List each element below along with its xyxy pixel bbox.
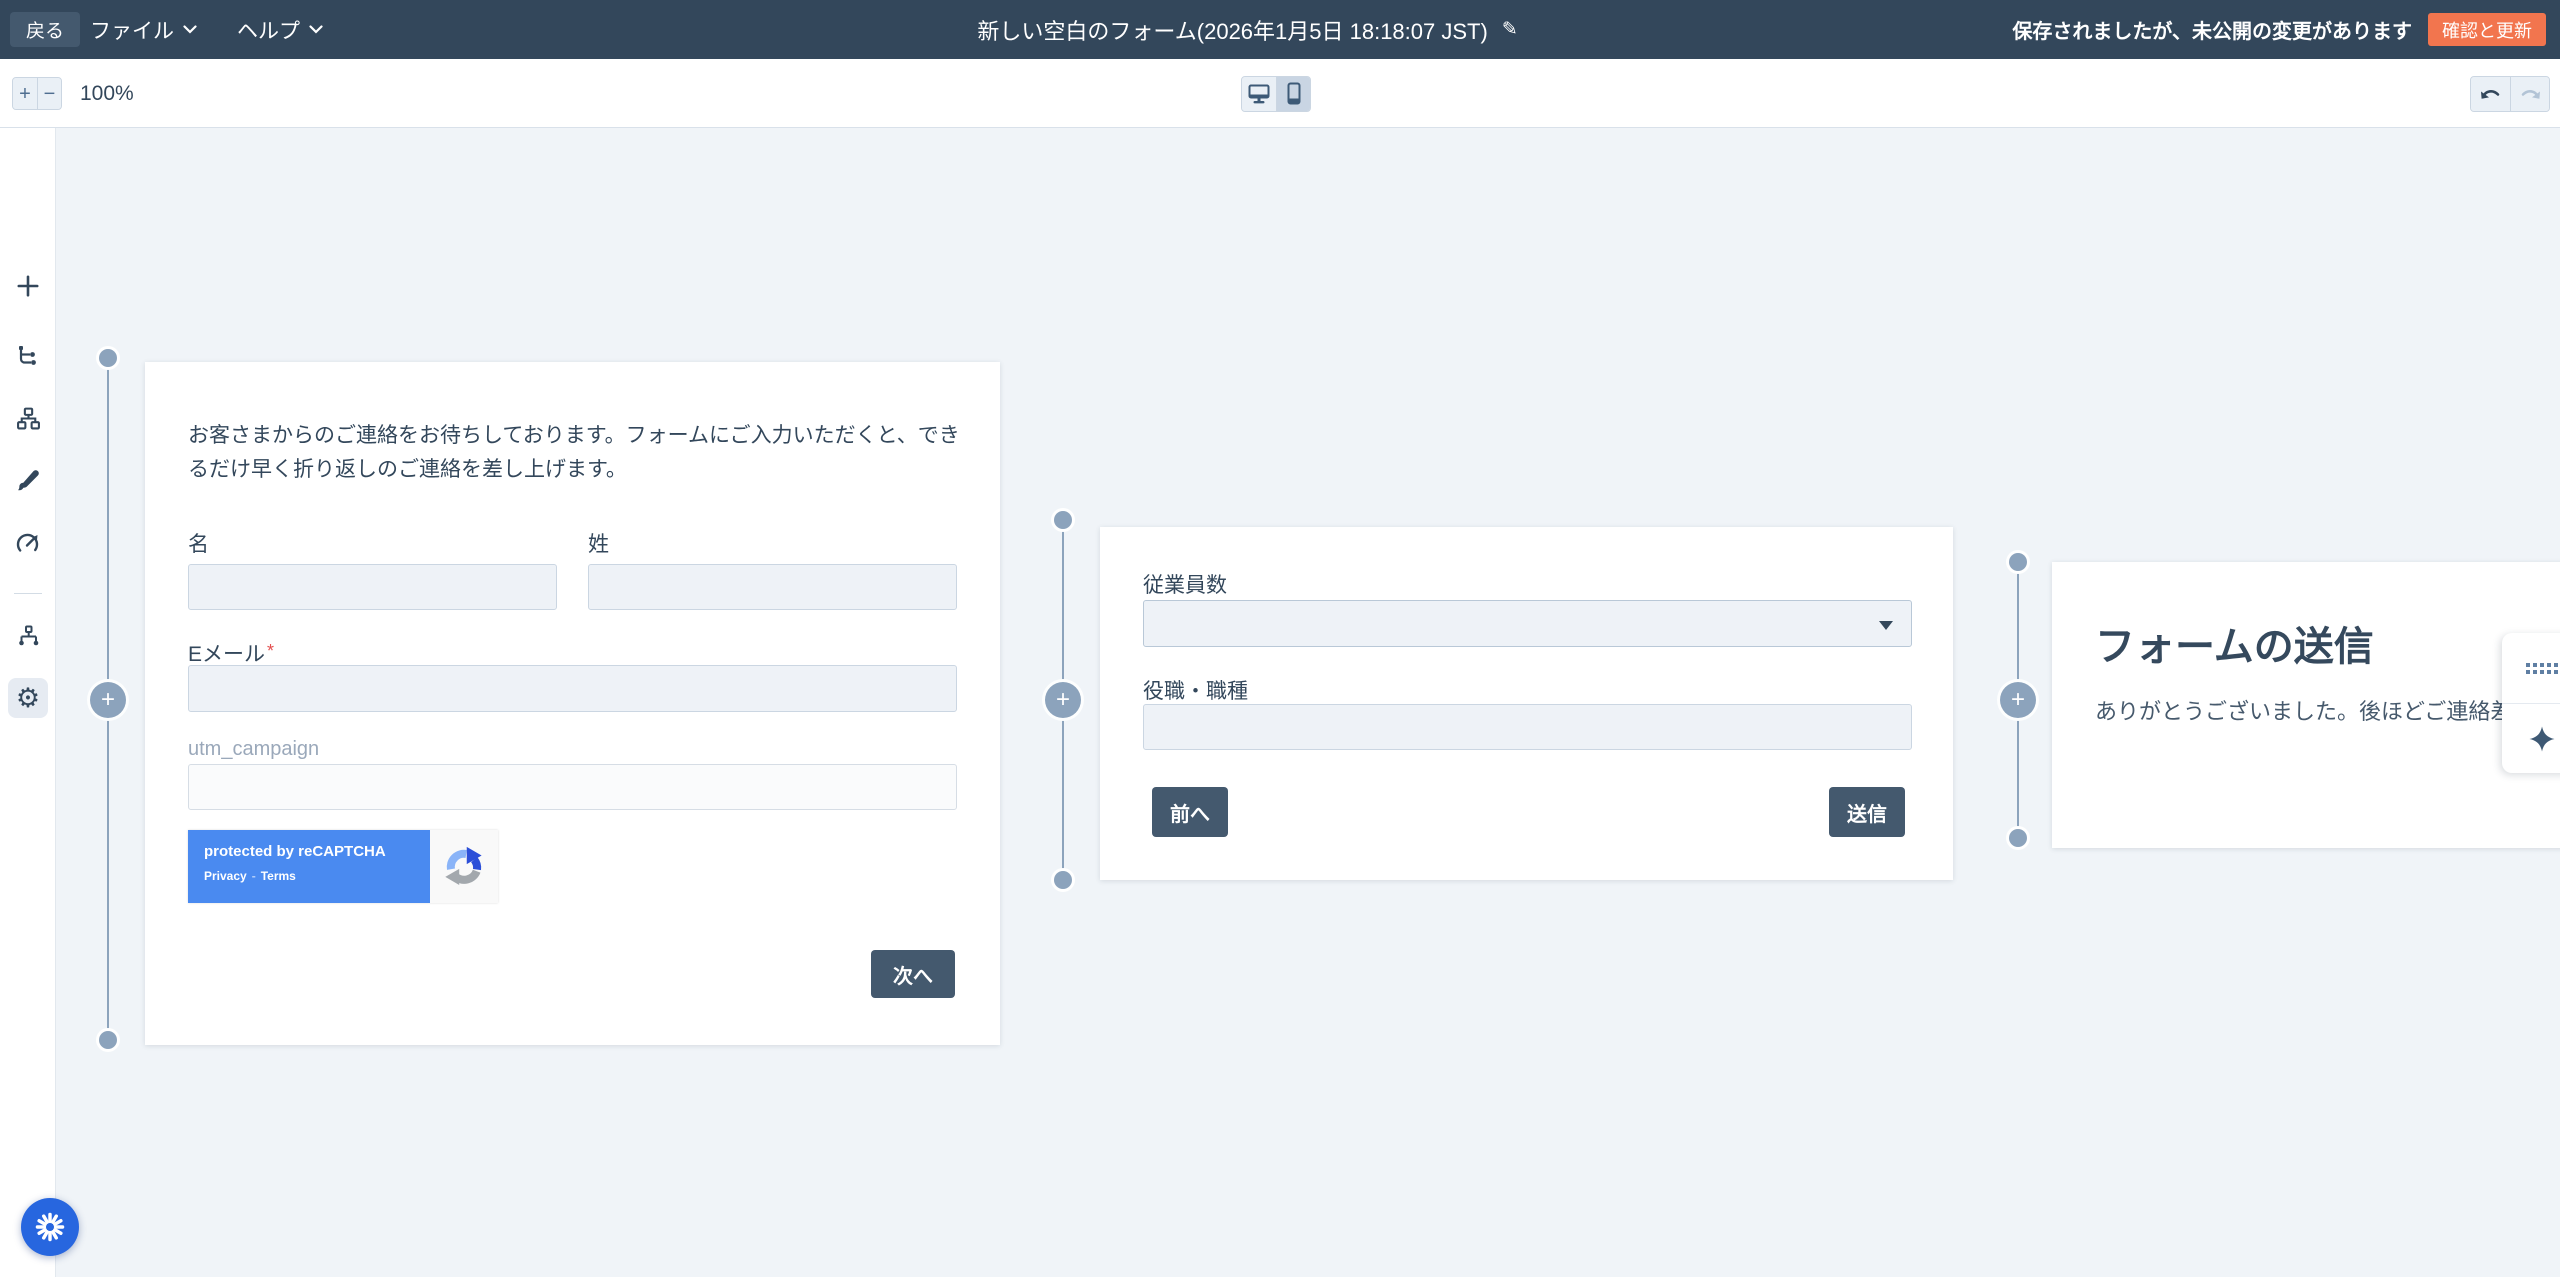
- card-tools-panel: [2502, 633, 2560, 773]
- form-title: 新しい空白のフォーム(2026年1月5日 18:18:07 JST): [977, 14, 1487, 46]
- sidebar-item-style[interactable]: [8, 460, 48, 500]
- prev-button[interactable]: 前へ: [1152, 787, 1228, 837]
- jobtitle-label: 役職・職種: [1143, 675, 1248, 705]
- add-step-button[interactable]: +: [90, 682, 126, 718]
- recaptcha-terms-link[interactable]: Terms: [261, 869, 296, 883]
- edit-title-pencil-icon[interactable]: ✎: [1502, 18, 1518, 41]
- redo-icon: [2518, 85, 2542, 103]
- jobtitle-input[interactable]: [1143, 704, 1912, 750]
- top-navigation-bar: 戻る ファイル ヘルプ 新しい空白のフォーム(2026年1月5日 18:18:0…: [0, 0, 2560, 59]
- back-button[interactable]: 戻る: [10, 12, 80, 47]
- sidebar-item-performance[interactable]: [8, 523, 48, 563]
- workflow-icon: [16, 624, 41, 648]
- file-menu[interactable]: ファイル: [90, 15, 197, 45]
- dropdown-caret-icon: [1879, 621, 1893, 630]
- sidebar-item-automation[interactable]: [8, 616, 48, 656]
- drag-handle[interactable]: [2502, 633, 2560, 703]
- desktop-icon: [1247, 83, 1271, 105]
- zoom-controls: + −: [12, 77, 62, 110]
- connector-dot: [99, 1031, 117, 1049]
- recaptcha-privacy-link[interactable]: Privacy: [204, 869, 247, 883]
- connector-dot: [2009, 553, 2027, 571]
- mobile-icon: [1284, 82, 1304, 106]
- sparkle-diamond-icon: [2527, 724, 2557, 754]
- connector-dot: [99, 349, 117, 367]
- last-name-label: 姓: [588, 528, 609, 558]
- chevron-down-icon: [183, 25, 197, 34]
- form-title-area: 新しい空白のフォーム(2026年1月5日 18:18:07 JST) ✎: [977, 0, 1517, 59]
- zoom-in-button[interactable]: +: [13, 78, 37, 109]
- next-button[interactable]: 次へ: [871, 950, 955, 998]
- history-controls: [2470, 76, 2550, 112]
- starburst-icon: [34, 1211, 66, 1243]
- editor-sidebar: ⚙: [0, 128, 56, 1277]
- sidebar-item-settings[interactable]: ⚙: [8, 678, 48, 718]
- ai-sparkle-action[interactable]: [2502, 703, 2560, 773]
- plus-icon: [15, 273, 41, 299]
- ai-assistant-button[interactable]: [21, 1198, 79, 1256]
- connector-dot: [1054, 511, 1072, 529]
- chevron-down-icon: [309, 25, 323, 34]
- submit-button[interactable]: 送信: [1829, 787, 1905, 837]
- recaptcha-link-separator: -: [252, 869, 256, 883]
- recaptcha-logo-area: [430, 830, 498, 903]
- form-intro-text: お客さまからのご連絡をお待ちしております。フォームにご入力いただくと、できるだけ…: [188, 419, 966, 487]
- utm-campaign-input[interactable]: [188, 764, 957, 810]
- employees-label: 従業員数: [1143, 569, 1227, 599]
- brush-icon: [16, 468, 41, 493]
- help-menu[interactable]: ヘルプ: [237, 15, 323, 45]
- recaptcha-text-block: protected by reCAPTCHA Privacy - Terms: [188, 830, 430, 903]
- form-step-card-3[interactable]: フォームの送信 ありがとうございました。後ほどご連絡差し上げます: [2052, 562, 2560, 848]
- help-menu-label: ヘルプ: [237, 15, 300, 45]
- sidebar-divider: [14, 593, 42, 594]
- thank-you-heading: フォームの送信: [2095, 614, 2374, 672]
- first-name-label: 名: [188, 528, 209, 558]
- zoom-level: 100%: [80, 77, 134, 110]
- connector-dot: [1054, 871, 1072, 889]
- sidebar-item-structure[interactable]: [8, 336, 48, 376]
- review-and-update-button[interactable]: 確認と更新: [2428, 13, 2546, 46]
- tree-icon: [16, 344, 40, 368]
- file-menu-label: ファイル: [90, 15, 174, 45]
- topbar-right: 保存されましたが、未公開の変更があります 確認と更新: [2012, 0, 2546, 59]
- form-step-card-2[interactable]: 従業員数 役職・職種 前へ 送信: [1100, 527, 1953, 880]
- email-input[interactable]: [188, 665, 957, 712]
- sidebar-item-sitemap[interactable]: [8, 398, 48, 438]
- thank-you-text: ありがとうございました。後ほどご連絡差し上げます: [2095, 694, 2560, 726]
- editor-toolbar: + − 100%: [0, 59, 2560, 128]
- undo-button[interactable]: [2471, 77, 2510, 111]
- add-step-button[interactable]: +: [1045, 682, 1081, 718]
- email-label: Eメール*: [188, 638, 274, 668]
- add-step-button[interactable]: +: [2000, 682, 2036, 718]
- required-asterisk: *: [267, 641, 274, 661]
- employees-select[interactable]: [1143, 600, 1912, 647]
- gauge-icon: [15, 531, 41, 555]
- desktop-preview-button[interactable]: [1242, 77, 1276, 111]
- last-name-input[interactable]: [588, 564, 957, 610]
- recaptcha-protected-text: protected by reCAPTCHA: [204, 843, 430, 860]
- redo-button[interactable]: [2510, 77, 2549, 111]
- gear-icon: ⚙: [16, 685, 40, 712]
- save-status-text: 保存されましたが、未公開の変更があります: [2012, 15, 2412, 44]
- first-name-input[interactable]: [188, 564, 557, 610]
- recaptcha-icon: [442, 845, 486, 889]
- utm-campaign-label: utm_campaign: [188, 738, 319, 761]
- menu-bar: ファイル ヘルプ: [90, 0, 323, 59]
- connector-dot: [2009, 829, 2027, 847]
- undo-icon: [2479, 85, 2503, 103]
- mobile-preview-button[interactable]: [1276, 77, 1310, 111]
- zoom-out-button[interactable]: −: [37, 78, 61, 109]
- recaptcha-badge: protected by reCAPTCHA Privacy - Terms: [188, 830, 498, 903]
- form-step-card-1[interactable]: お客さまからのご連絡をお待ちしております。フォームにご入力いただくと、できるだけ…: [145, 362, 1000, 1045]
- drag-handle-icon: [2526, 663, 2558, 674]
- sitemap-icon: [16, 406, 41, 431]
- device-preview-toggle: [1241, 76, 1311, 112]
- sidebar-item-add[interactable]: [8, 266, 48, 306]
